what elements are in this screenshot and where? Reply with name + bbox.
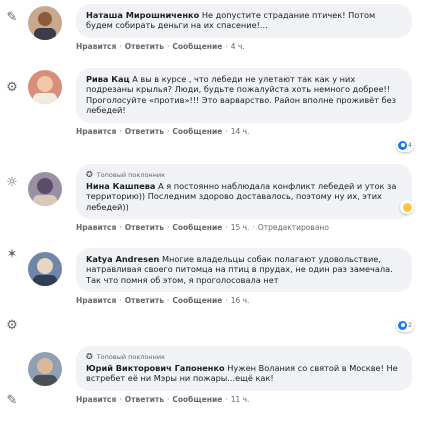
comment-author[interactable]: Юрий Викторович Гапоненко [86,363,225,373]
pin-icon[interactable]: ✎ [4,393,20,409]
comment-author[interactable]: Наташа Мирошниченко [86,10,199,20]
haha-reaction-icon [402,202,412,212]
star-icon[interactable]: ✶ [4,247,20,263]
comment-actions: Нравится · Ответить · Сообщение · 4 ч. [76,41,245,51]
comment-text: Рива Кац А вы в курсе , что лебеди не ул… [86,74,397,116]
avatar[interactable] [28,172,62,206]
comment-author[interactable]: Katya Andresen [86,254,159,264]
comment-actions: Нравится · Ответить · Сообщение · 15 ч. · От… [76,223,329,233]
like-button[interactable]: Нравится [76,42,116,51]
reaction-count[interactable]: 4 [396,138,414,152]
comment-actions: Нравится · Ответить · Сообщение · 14 ч. [76,126,250,136]
comment-item: ✪ Топовый поклонник Нина Кашпева А я пост… [28,164,420,244]
comment-bubble: ✪ Топовый поклонник Нина Кашпева А я пост… [76,164,412,220]
gear-icon[interactable]: ⚙ [4,80,20,96]
gear-icon[interactable]: ⚙ [4,318,20,334]
comment-actions: Нравится · Ответить · Сообщение · 11 ч. [76,394,250,404]
comment-text: Katya Andresen Многие владельцы собак по… [86,254,393,285]
like-button[interactable]: Нравится [76,127,116,136]
like-button[interactable]: Нравится [76,223,116,232]
reaction-icon[interactable] [400,200,414,214]
avatar[interactable] [28,252,62,286]
comment-bubble: ✪ Топовый поклонник Юрий Викторович Гапон… [76,346,412,391]
reply-button[interactable]: Ответить [125,127,164,136]
badge-icon: ✪ [86,170,93,179]
pin-icon[interactable]: ✎ [4,10,20,26]
comment-item: Katya Andresen Многие владельцы собак по… [28,248,420,342]
comment-item: Наташа Мирошниченко Не допустите страдан… [28,4,420,64]
like-button[interactable]: Нравится [76,395,116,404]
message-button[interactable]: Сообщение [172,42,222,51]
reply-button[interactable]: Ответить [125,42,164,51]
message-button[interactable]: Сообщение [172,127,222,136]
comment-actions: Нравится · Ответить · Сообщение · 16 ч. [76,296,250,306]
top-fan-badge: ✪ Топовый поклонник [86,170,166,179]
comment-text: Юрий Викторович Гапоненко Нужен Волания … [86,363,398,384]
reply-button[interactable]: Ответить [125,395,164,404]
comment-item: Рива Кац А вы в курсе , что лебеди не ул… [28,68,420,162]
reply-button[interactable]: Ответить [125,296,164,305]
comment-author[interactable]: Рива Кац [86,74,130,84]
comment-time[interactable]: 14 ч. [231,127,250,136]
message-button[interactable]: Сообщение [172,223,222,232]
badge-icon: ✪ [86,352,93,361]
sun-icon[interactable]: ☼ [4,175,20,191]
message-button[interactable]: Сообщение [172,395,222,404]
comment-author[interactable]: Нина Кашпева [86,181,155,191]
comment-time[interactable]: 16 ч. [231,296,250,305]
comment-item: ✪ Топовый поклонник Юрий Викторович Гапон… [28,346,420,442]
like-reaction-icon [398,320,408,330]
like-reaction-icon [398,140,408,150]
left-strip: ✎ ⚙ ☼ ✶ ⚙ ✎ [0,0,24,446]
comment-time[interactable]: 4 ч. [231,42,245,51]
comment-text: Нина Кашпева А я постоянно наблюдала кон… [86,181,397,212]
edited-label: Отредактировано [257,223,329,233]
comment-text: Наташа Мирошниченко Не допустите страдан… [86,10,376,31]
top-fan-badge: ✪ Топовый поклонник [86,352,166,361]
reply-button[interactable]: Ответить [125,223,164,232]
comment-time[interactable]: 11 ч. [231,395,250,404]
message-button[interactable]: Сообщение [172,296,222,305]
reaction-count[interactable]: 2 [396,318,414,332]
comment-bubble: Katya Andresen Многие владельцы собак по… [76,248,412,293]
like-button[interactable]: Нравится [76,296,116,305]
avatar[interactable] [28,352,62,386]
comment-time[interactable]: 15 ч. [231,223,250,232]
comment-bubble: Рива Кац А вы в курсе , что лебеди не ул… [76,68,412,123]
avatar[interactable] [28,6,62,40]
comment-bubble: Наташа Мирошниченко Не допустите страдан… [76,4,412,38]
avatar[interactable] [28,70,62,104]
